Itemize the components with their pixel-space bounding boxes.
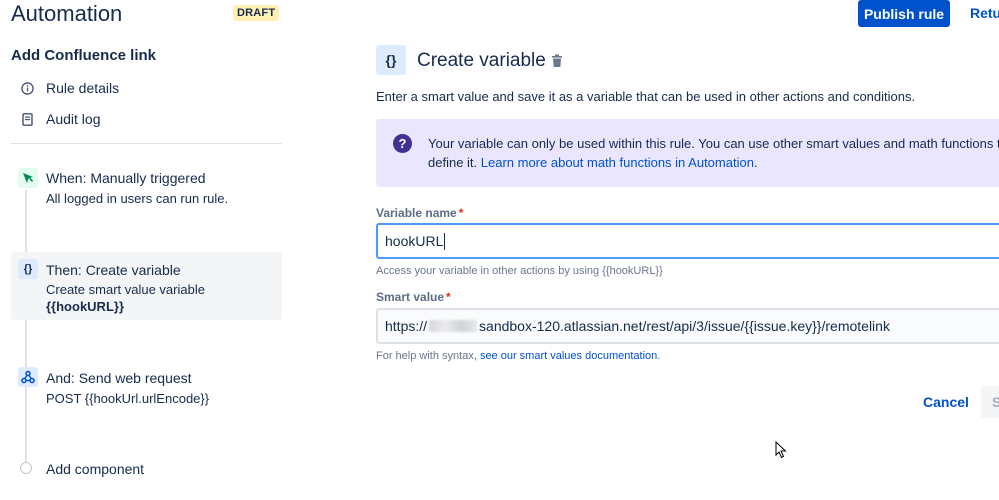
flow-connector-line	[25, 190, 27, 465]
text-caret	[444, 232, 446, 250]
question-icon: ?	[393, 134, 412, 153]
variable-name-value: hookURL	[385, 233, 444, 249]
return-link[interactable]: Return	[970, 5, 999, 21]
mouse-pointer-icon	[775, 440, 787, 459]
audit-log-label: Audit log	[46, 111, 101, 127]
info-icon	[20, 81, 34, 95]
smart-value-label-text: Smart value	[376, 290, 445, 304]
variable-name-input[interactable]: hookURL	[376, 223, 999, 259]
smart-value-label: Smart value *	[376, 290, 451, 304]
variable-name-label-text: Variable name	[376, 206, 457, 220]
redacted-region	[429, 320, 478, 332]
save-button[interactable]: Save	[981, 386, 999, 418]
step-trigger[interactable]: When: Manually triggered All logged in u…	[11, 164, 282, 214]
step-send-web-request[interactable]: And: Send web request POST {{hookUrl.url…	[11, 364, 282, 414]
math-functions-link[interactable]: Learn more about math functions in Autom…	[481, 155, 754, 170]
variable-name-help: Access your variable in other actions by…	[376, 265, 663, 277]
required-asterisk: *	[446, 290, 451, 304]
smart-value-help: For help with syntax, see our smart valu…	[376, 350, 660, 362]
info-message: ? Your variable can only be used within …	[376, 119, 999, 187]
document-icon	[20, 112, 34, 126]
smart-value-input[interactable]: https:// sandbox-120.atlassian.net/rest/a…	[376, 308, 999, 344]
info-text-line2: define it. Learn more about math functio…	[428, 155, 758, 170]
draft-badge: DRAFT	[233, 5, 280, 21]
info-text-prefix: define it.	[428, 155, 481, 170]
webhook-icon	[18, 367, 38, 387]
step-send-web-request-desc: POST {{hookUrl.urlEncode}}	[46, 391, 210, 406]
sidebar-divider	[11, 143, 282, 144]
step-trigger-desc: All logged in users can run rule.	[46, 191, 229, 206]
panel-title: Create variable	[417, 50, 546, 71]
cancel-button[interactable]: Cancel	[919, 392, 973, 412]
step-create-variable[interactable]: {} Then: Create variable Create smart va…	[11, 252, 282, 320]
smart-value-suffix: sandbox-120.atlassian.net/rest/api/3/iss…	[479, 318, 890, 334]
smart-value-help-prefix: For help with syntax,	[376, 350, 480, 362]
add-component-link[interactable]: Add component	[46, 461, 144, 477]
add-component-dot[interactable]	[20, 462, 32, 474]
panel-description: Enter a smart value and save it as a var…	[376, 89, 916, 104]
step-send-web-request-title: And: Send web request	[46, 370, 192, 386]
required-asterisk: *	[458, 206, 464, 220]
braces-icon: {}	[18, 259, 38, 279]
step-create-variable-desc: Create smart value variable	[46, 282, 205, 297]
info-text-line1: Your variable can only be used within th…	[428, 136, 999, 151]
smart-value-prefix: https://	[385, 318, 428, 334]
rule-name: Add Confluence link	[11, 47, 157, 64]
trash-icon[interactable]	[551, 54, 563, 68]
braces-icon: {}	[376, 45, 406, 75]
step-create-variable-value: {{hookURL}}	[46, 299, 125, 314]
smart-values-docs-link[interactable]: see our smart values documentation	[480, 350, 657, 362]
info-text-suffix: .	[753, 155, 758, 170]
variable-name-label: Variable name *	[376, 206, 463, 220]
rule-details-link[interactable]: Rule details	[20, 80, 119, 96]
step-create-variable-title: Then: Create variable	[46, 262, 181, 278]
step-trigger-title: When: Manually triggered	[46, 170, 206, 186]
audit-log-link[interactable]: Audit log	[20, 111, 100, 127]
trigger-cursor-icon	[18, 168, 38, 188]
page-title: Automation	[11, 1, 123, 26]
smart-value-help-suffix: .	[657, 350, 661, 362]
publish-rule-button[interactable]: Publish rule	[858, 0, 950, 27]
rule-details-label: Rule details	[46, 80, 120, 96]
